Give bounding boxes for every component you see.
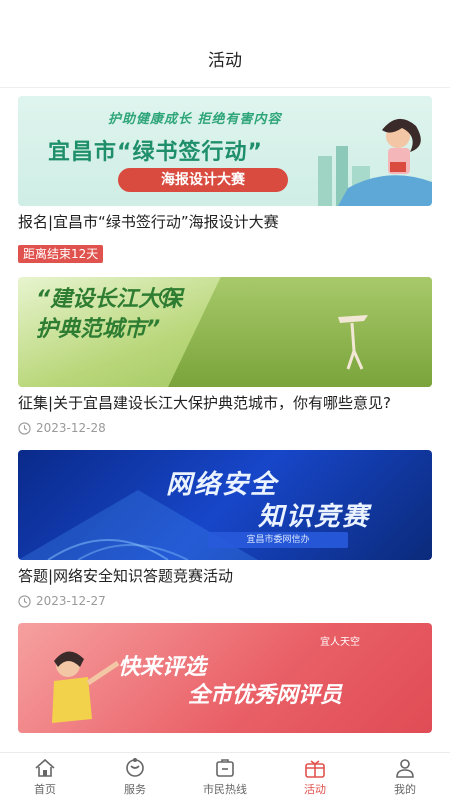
banner-line-2: 全市优秀网评员 [188, 683, 343, 708]
page-title: 活动 [208, 51, 242, 71]
tab-label: 服务 [124, 782, 146, 796]
date-text: 2023-12-27 [36, 594, 106, 608]
activity-card-poster-contest[interactable]: 护助健康成长 拒绝有害内容 宜昌市“绿书签行动” 海报设计大赛 报名|宜昌市“绿… [0, 96, 450, 263]
tab-label: 首页 [34, 782, 56, 796]
card-title[interactable]: 征集|关于宜昌建设长江大保护典范城市，你有哪些意见? [18, 392, 432, 414]
profile-icon [396, 758, 414, 778]
card-date: 2023-12-27 [18, 593, 432, 609]
banner-pill-label: 海报设计大赛 [118, 168, 288, 192]
home-icon [35, 758, 55, 777]
banner-image-green-bookmark[interactable]: 护助健康成长 拒绝有害内容 宜昌市“绿书签行动” 海报设计大赛 [18, 96, 432, 206]
date-text: 2023-12-28 [36, 421, 106, 435]
activity-icon [305, 759, 325, 778]
card-date: 2023-12-28 [18, 420, 432, 436]
banner-image-yangtze[interactable]: “建设长江大保护典范城市” [18, 277, 432, 387]
clock-icon [18, 594, 31, 608]
countdown-badge: 距离结束12天 [18, 245, 104, 263]
bottom-tab-bar: 首页 服务 市民热线 活动 我的 [0, 752, 450, 800]
activity-card-cyber-quiz[interactable]: 网络安全 知识竞赛 宜昌市委网信办 答题|网络安全知识答题竞赛活动 2023-1… [0, 450, 450, 609]
banner-image-cyber-security[interactable]: 网络安全 知识竞赛 宜昌市委网信办 [18, 450, 432, 560]
tab-hotline[interactable]: 市民热线 [180, 753, 270, 800]
activity-card-commentator-vote[interactable]: 宜人天空 快来评选 全市优秀网评员 [0, 623, 450, 733]
banner-tag: 宜人天空 [320, 637, 360, 648]
clock-icon [18, 421, 31, 435]
tab-label: 市民热线 [203, 782, 247, 796]
activity-card-yangtze-survey[interactable]: “建设长江大保护典范城市” 征集|关于宜昌建设长江大保护典范城市，你有哪些意见?… [0, 277, 450, 436]
card-title[interactable]: 答题|网络安全知识答题竞赛活动 [18, 565, 432, 587]
tab-label: 我的 [394, 782, 416, 796]
activity-feed[interactable]: 护助健康成长 拒绝有害内容 宜昌市“绿书签行动” 海报设计大赛 报名|宜昌市“绿… [0, 96, 450, 752]
tab-label: 活动 [304, 782, 326, 796]
tab-activity[interactable]: 活动 [270, 753, 360, 800]
app-header: 活动 [0, 0, 450, 88]
hotline-icon [216, 758, 234, 777]
banner-slogan: 护助健康成长 拒绝有害内容 [108, 112, 282, 127]
tab-home[interactable]: 首页 [0, 753, 90, 800]
tab-service[interactable]: 服务 [90, 753, 180, 800]
banner-main-title: 宜昌市“绿书签行动” [48, 140, 263, 165]
tab-profile[interactable]: 我的 [360, 753, 450, 800]
banner-line-2: 知识竞赛 [258, 502, 371, 532]
card-title[interactable]: 报名|宜昌市“绿书签行动”海报设计大赛 [18, 211, 432, 233]
banner-organizer: 宜昌市委网信办 [208, 532, 348, 548]
banner-image-commentator[interactable]: 宜人天空 快来评选 全市优秀网评员 [18, 623, 432, 733]
service-icon [126, 757, 144, 777]
banner-calligraphy: “建设长江大保护典范城市” [36, 287, 183, 342]
